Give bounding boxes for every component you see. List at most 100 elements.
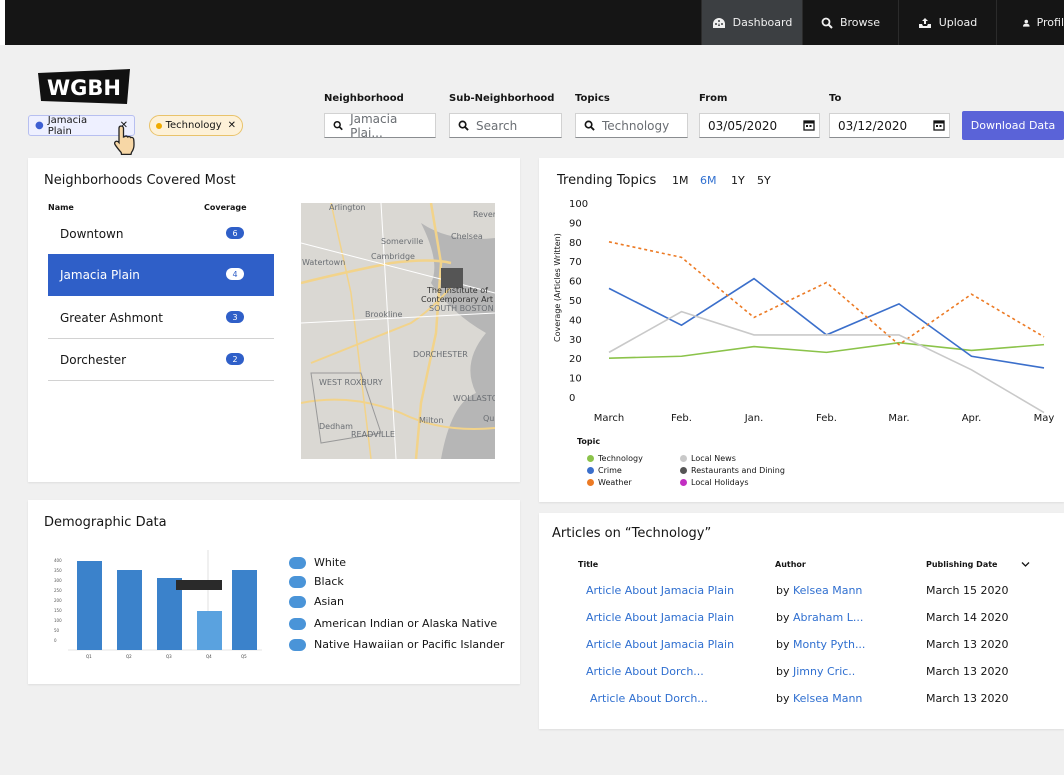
legend-label: Local News [691, 454, 736, 463]
search-icon [333, 120, 343, 131]
article-title-link[interactable]: Article About Dorch... [590, 692, 708, 705]
nav-profile[interactable]: Profil [996, 0, 1064, 45]
legend-restaurants: Restaurants and Dining [680, 466, 785, 475]
svg-text:250: 250 [54, 588, 62, 593]
nav-upload[interactable]: Upload [898, 0, 996, 45]
author-link[interactable]: Monty Pyth... [793, 638, 865, 651]
y-tick-label: 0 [569, 393, 575, 404]
x-tick-label: May [1034, 413, 1055, 424]
wgbh-logo: WGBH [35, 68, 133, 106]
by-text: by [776, 584, 790, 597]
article-row[interactable]: Article About Jamacia Plain by Kelsea Ma… [586, 584, 1056, 602]
by-text: by [776, 611, 790, 624]
series-line-weather [608, 241, 1045, 346]
demo-x-ticks: Q1 Q2 Q3 Q4 Q5 [86, 654, 247, 659]
demographic-title: Demographic Data [44, 515, 167, 530]
author-link[interactable]: Jimny Cric.. [793, 665, 855, 678]
calendar-icon[interactable] [933, 119, 945, 131]
upload-icon [918, 17, 931, 28]
y-tick-label: 70 [569, 257, 582, 268]
legend-swatch [587, 479, 594, 486]
map-label: Arlington [329, 203, 365, 212]
article-row[interactable]: Article About Jamacia Plain by Abraham L… [586, 611, 1056, 629]
from-date-input[interactable]: 03/05/2020 [699, 113, 820, 138]
map-label: Contemporary Art [421, 295, 493, 304]
demo-y-ticks: 400 350 300 250 200 150 100 50 0 [54, 558, 62, 643]
col-name-header: Name [48, 203, 74, 212]
svg-text:150: 150 [54, 608, 62, 613]
map-label: WEST ROXBURY [319, 378, 383, 387]
demo-bar [77, 561, 102, 650]
topic-chip-label: Technology [165, 120, 222, 131]
col-date-header[interactable]: Publishing Date [926, 560, 997, 569]
legend-crime: Crime [587, 466, 622, 475]
topics-placeholder: Technology [602, 118, 670, 133]
range-6m-active[interactable]: 6M [700, 174, 717, 187]
neighborhood-row-selected[interactable]: Jamacia Plain 4 [48, 254, 274, 296]
nav-browse[interactable]: Browse [802, 0, 898, 45]
chevron-down-icon[interactable] [1021, 561, 1030, 568]
x-tick-label: Feb. [816, 413, 837, 424]
dashboard-icon [712, 17, 725, 28]
article-row[interactable]: Article About Dorch... by Jimny Cric.. M… [586, 665, 1056, 683]
coverage-badge: 2 [226, 353, 244, 365]
to-date-value: 03/12/2020 [838, 118, 908, 133]
range-1y[interactable]: 1Y [731, 174, 745, 187]
y-tick-label: 80 [569, 238, 582, 249]
map-label: Brookline [365, 310, 403, 319]
calendar-icon[interactable] [803, 119, 815, 131]
tag-icon [156, 122, 162, 129]
article-title-link[interactable]: Article About Jamacia Plain [586, 638, 734, 651]
series-line-technology [608, 341, 1045, 359]
x-tick-label: March [594, 413, 624, 424]
legend-swatch [289, 595, 306, 608]
from-date-value: 03/05/2020 [708, 118, 778, 133]
by-text: by [776, 638, 790, 651]
article-row[interactable]: Article About Dorch... by Kelsea Mann Ma… [590, 692, 1060, 710]
neighborhood-row[interactable]: Downtown 6 [48, 213, 274, 255]
map-label: READVILLE [351, 430, 395, 439]
author-link[interactable]: Kelsea Mann [793, 584, 862, 597]
subneighborhood-input[interactable]: Search [449, 113, 562, 138]
neighborhood-name: Greater Ashmont [60, 310, 163, 325]
to-date-input[interactable]: 03/12/2020 [829, 113, 950, 138]
demo-legend-black: Black [289, 575, 344, 588]
article-row[interactable]: Article About Jamacia Plain by Monty Pyt… [586, 638, 1056, 656]
neighborhood-row[interactable]: Greater Ashmont 3 [48, 297, 274, 339]
remove-topic-icon[interactable]: ✕ [228, 120, 236, 131]
legend-label: American Indian or Alaska Native [314, 617, 498, 630]
trending-title: Trending Topics [557, 173, 657, 188]
y-axis-label: Coverage (Articles Written) [553, 233, 562, 342]
demo-legend-american-indian: American Indian or Alaska Native [289, 617, 497, 630]
neighborhoods-title: Neighborhoods Covered Most [44, 173, 236, 188]
article-title-link[interactable]: Article About Jamacia Plain [586, 611, 734, 624]
topics-input[interactable]: Technology [575, 113, 688, 138]
series-line-crime [608, 277, 1045, 369]
nav-dashboard[interactable]: Dashboard [701, 0, 802, 45]
neighborhood-row[interactable]: Dorchester 2 [48, 339, 274, 381]
map-label: Chelsea [451, 232, 483, 241]
x-tick-label: Mar. [888, 413, 909, 424]
search-icon [458, 120, 469, 131]
range-5y[interactable]: 5Y [757, 174, 771, 187]
legend-swatch [680, 455, 687, 462]
article-title-link[interactable]: Article About Dorch... [586, 665, 704, 678]
nav-profile-label: Profil [1036, 16, 1064, 29]
author-link[interactable]: Abraham L... [793, 611, 863, 624]
svg-text:Q3: Q3 [166, 654, 172, 659]
author-link[interactable]: Kelsea Mann [793, 692, 862, 705]
download-data-button[interactable]: Download Data [962, 111, 1064, 140]
article-title-link[interactable]: Article About Jamacia Plain [586, 584, 734, 597]
legend-label: Black [314, 575, 344, 588]
svg-text:Q5: Q5 [241, 654, 247, 659]
y-tick-label: 20 [569, 354, 582, 365]
publish-date: March 14 2020 [926, 611, 1009, 624]
neighborhood-input[interactable]: Jamacia Plai... [324, 112, 436, 140]
svg-text:Q4: Q4 [206, 654, 212, 659]
search-icon [821, 17, 833, 29]
legend-label: Local Holidays [691, 478, 749, 487]
topic-chip[interactable]: Technology ✕ [149, 115, 243, 136]
neighborhood-map[interactable]: Arlington Revere Somerville Chelsea Wate… [301, 203, 495, 459]
range-1m[interactable]: 1M [672, 174, 689, 187]
demo-legend-pacific-islander: Native Hawaiian or Pacific Islander [289, 638, 504, 651]
